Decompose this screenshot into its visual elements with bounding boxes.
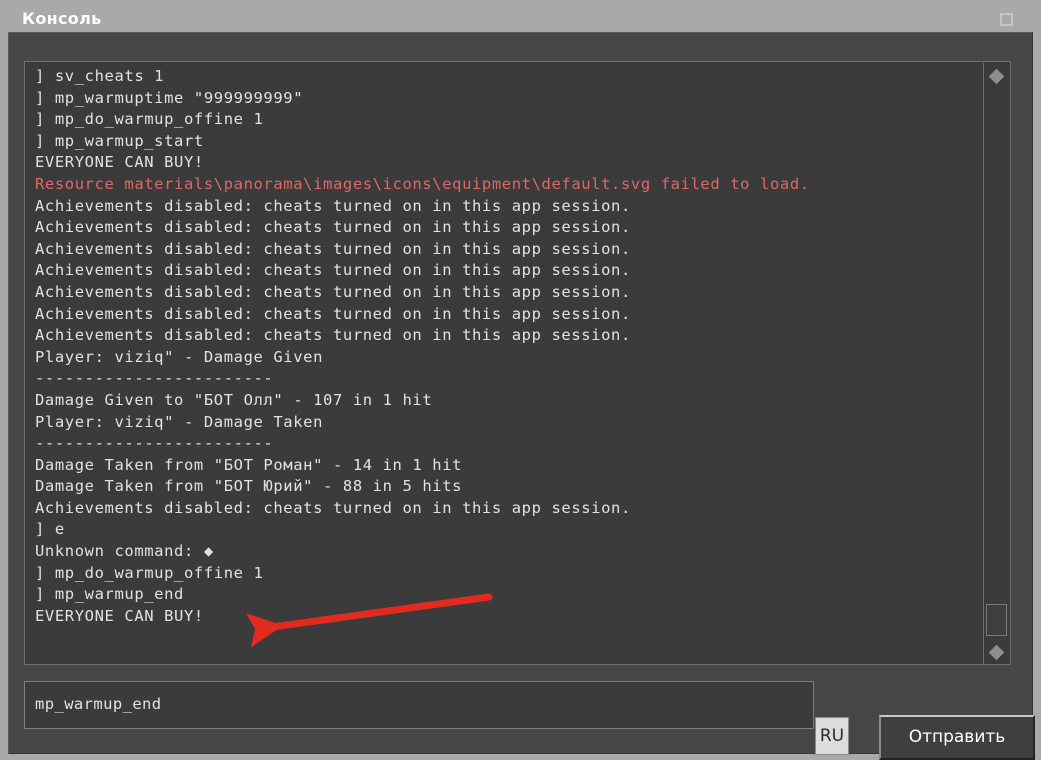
console-line: ------------------------ [35, 434, 274, 453]
console-line: Achievements disabled: cheats turned on … [35, 304, 631, 323]
console-line: ] mp_do_warmup_offine 1 [35, 110, 264, 129]
scroll-down-button[interactable] [984, 639, 1009, 664]
console-scrollbar[interactable] [983, 63, 1009, 664]
console-panel: ] sv_cheats 1 ] mp_warmuptime "999999999"… [8, 32, 1035, 760]
console-line: Player: viziq" - Damage Taken [35, 412, 324, 431]
scroll-down-diamond-icon [988, 644, 1005, 661]
console-log-output: ] sv_cheats 1 ] mp_warmuptime "999999999"… [35, 66, 978, 627]
language-badge[interactable]: RU [815, 717, 849, 755]
console-line: ] mp_warmup_start [35, 131, 204, 150]
console-line: Unknown command: ◆ [35, 542, 214, 561]
console-line: ] mp_warmuptime "999999999" [35, 88, 304, 107]
console-line: Achievements disabled: cheats turned on … [35, 218, 631, 237]
console-window: Консоль ] sv_cheats 1 ] mp_warmuptime "99… [0, 0, 1041, 760]
console-line: ] е [35, 520, 65, 539]
scroll-up-diamond-icon [988, 68, 1005, 85]
command-input-value: mp_warmup_end [35, 695, 162, 713]
console-line: ] mp_do_warmup_offine 1 [35, 563, 264, 582]
console-line: Damage Given to "БОТ Олл" - 107 in 1 hit [35, 390, 433, 409]
console-line: Achievements disabled: cheats turned on … [35, 196, 631, 215]
scrollbar-thumb[interactable] [986, 604, 1007, 636]
console-line: Player: viziq" - Damage Given [35, 347, 324, 366]
console-line: Achievements disabled: cheats turned on … [35, 261, 631, 280]
console-line: Achievements disabled: cheats turned on … [35, 239, 631, 258]
scroll-up-button[interactable] [984, 63, 1009, 89]
console-line: EVERYONE CAN BUY! [35, 606, 204, 625]
console-log-frame: ] sv_cheats 1 ] mp_warmuptime "999999999"… [24, 61, 1011, 665]
console-line: Achievements disabled: cheats turned on … [35, 326, 631, 345]
console-line: Achievements disabled: cheats turned on … [35, 498, 631, 517]
console-line: Achievements disabled: cheats turned on … [35, 282, 631, 301]
console-line: ] mp_warmup_end [35, 585, 184, 604]
console-line: Resource materials\panorama\images\icons… [35, 174, 810, 193]
console-line: ] sv_cheats 1 [35, 67, 165, 85]
console-line: EVERYONE CAN BUY! [35, 153, 204, 172]
console-line: ------------------------ [35, 369, 274, 388]
send-button[interactable]: Отправить [879, 715, 1035, 760]
console-line: Damage Taken from "БОТ Роман" - 14 in 1 … [35, 455, 463, 474]
page-title: Консоль [22, 9, 102, 28]
console-line: Damage Taken from "БОТ Юрий" - 88 in 5 h… [35, 477, 463, 496]
command-input[interactable]: mp_warmup_end [24, 681, 814, 729]
maximize-icon[interactable] [1000, 13, 1013, 26]
